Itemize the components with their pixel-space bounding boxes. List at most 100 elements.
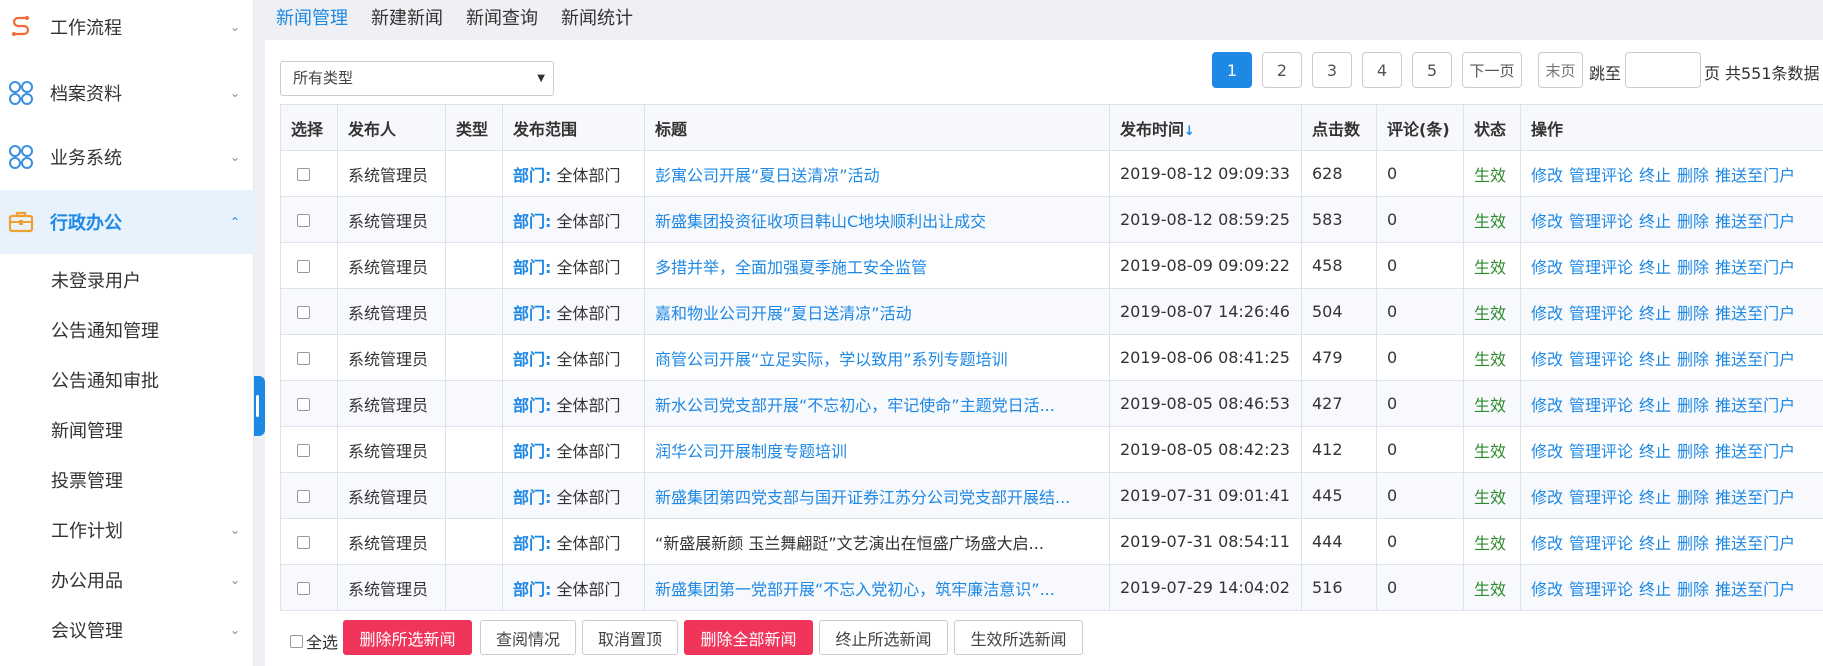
news-title-link[interactable]: “新盛展新颜 玉兰舞翩跹”文艺演出在恒盛广场盛大启... <box>655 534 1044 553</box>
row-checkbox[interactable] <box>297 582 310 595</box>
page-button-5[interactable]: 5 <box>1412 52 1452 88</box>
jump-page-input[interactable] <box>1625 52 1701 88</box>
delete-action[interactable]: 删除 <box>1677 304 1709 323</box>
row-checkbox[interactable] <box>297 306 310 319</box>
news-title-link[interactable]: 多措并举，全面加强夏季施工安全监管 <box>655 258 927 277</box>
delete-action[interactable]: 删除 <box>1677 488 1709 507</box>
manage-comments-action[interactable]: 管理评论 <box>1569 442 1633 461</box>
terminate-selected-news-button[interactable]: 终止所选新闻 <box>819 620 948 655</box>
news-title-link[interactable]: 新水公司党支部开展“不忘初心，牢记使命”主题党日活... <box>655 396 1055 415</box>
manage-comments-action[interactable]: 管理评论 <box>1569 166 1633 185</box>
terminate-action[interactable]: 终止 <box>1639 166 1671 185</box>
push-to-portal-action[interactable]: 推送至门户 <box>1715 488 1795 507</box>
row-checkbox[interactable] <box>297 214 310 227</box>
terminate-action[interactable]: 终止 <box>1639 534 1671 553</box>
delete-action[interactable]: 删除 <box>1677 442 1709 461</box>
sidebar-group-workflow[interactable]: 工作流程 ⌄ <box>0 0 254 59</box>
row-checkbox[interactable] <box>297 168 310 181</box>
type-filter-select[interactable]: 所有类型 ▼ <box>280 61 554 96</box>
row-checkbox[interactable] <box>297 352 310 365</box>
push-to-portal-action[interactable]: 推送至门户 <box>1715 396 1795 415</box>
page-button-4[interactable]: 4 <box>1362 52 1402 88</box>
manage-comments-action[interactable]: 管理评论 <box>1569 304 1633 323</box>
sidebar-item-meeting-management[interactable]: 会议管理 ⌄ <box>0 605 254 655</box>
manage-comments-action[interactable]: 管理评论 <box>1569 396 1633 415</box>
tab-create-news[interactable]: 新建新闻 <box>371 4 443 30</box>
terminate-action[interactable]: 终止 <box>1639 350 1671 369</box>
terminate-action[interactable]: 终止 <box>1639 258 1671 277</box>
row-checkbox[interactable] <box>297 260 310 273</box>
select-all-checkbox[interactable]: 全选 <box>290 629 338 653</box>
row-checkbox[interactable] <box>297 398 310 411</box>
sidebar-item-notice-approval[interactable]: 公告通知审批 <box>0 355 254 405</box>
last-page-button[interactable]: 末页 <box>1538 52 1583 88</box>
push-to-portal-action[interactable]: 推送至门户 <box>1715 442 1795 461</box>
edit-action[interactable]: 修改 <box>1531 488 1563 507</box>
terminate-action[interactable]: 终止 <box>1639 396 1671 415</box>
push-to-portal-action[interactable]: 推送至门户 <box>1715 166 1795 185</box>
terminate-action[interactable]: 终止 <box>1639 304 1671 323</box>
edit-action[interactable]: 修改 <box>1531 350 1563 369</box>
delete-action[interactable]: 删除 <box>1677 534 1709 553</box>
sidebar-group-archive[interactable]: 档案资料 ⌄ <box>0 61 254 125</box>
row-checkbox[interactable] <box>297 444 310 457</box>
manage-comments-action[interactable]: 管理评论 <box>1569 212 1633 231</box>
sidebar-group-admin-office[interactable]: 行政办公 ⌃ <box>0 190 254 254</box>
manage-comments-action[interactable]: 管理评论 <box>1569 580 1633 599</box>
terminate-action[interactable]: 终止 <box>1639 212 1671 231</box>
news-title-link[interactable]: 商管公司开展“立足实际，学以致用”系列专题培训 <box>655 350 1008 369</box>
delete-action[interactable]: 删除 <box>1677 396 1709 415</box>
push-to-portal-action[interactable]: 推送至门户 <box>1715 350 1795 369</box>
edit-action[interactable]: 修改 <box>1531 396 1563 415</box>
delete-action[interactable]: 删除 <box>1677 580 1709 599</box>
sidebar-item-notice-management[interactable]: 公告通知管理 <box>0 305 254 355</box>
news-title-link[interactable]: 新盛集团投资征收项目韩山C地块顺利出让成交 <box>655 212 986 231</box>
page-button-3[interactable]: 3 <box>1312 52 1352 88</box>
sidebar-item-vote-management[interactable]: 投票管理 <box>0 455 254 505</box>
delete-action[interactable]: 删除 <box>1677 350 1709 369</box>
news-title-link[interactable]: 润华公司开展制度专题培训 <box>655 442 847 461</box>
news-title-link[interactable]: 新盛集团第一党部开展“不忘入党初心，筑牢廉洁意识”... <box>655 580 1055 599</box>
sidebar-group-business[interactable]: 业务系统 ⌄ <box>0 125 254 189</box>
manage-comments-action[interactable]: 管理评论 <box>1569 488 1633 507</box>
manage-comments-action[interactable]: 管理评论 <box>1569 258 1633 277</box>
delete-action[interactable]: 删除 <box>1677 166 1709 185</box>
page-button-2[interactable]: 2 <box>1262 52 1302 88</box>
edit-action[interactable]: 修改 <box>1531 166 1563 185</box>
news-title-link[interactable]: 新盛集团第四党支部与国开证券江苏分公司党支部开展结... <box>655 488 1070 507</box>
sidebar-item-office-supplies[interactable]: 办公用品 ⌄ <box>0 555 254 605</box>
manage-comments-action[interactable]: 管理评论 <box>1569 534 1633 553</box>
row-checkbox[interactable] <box>297 536 310 549</box>
terminate-action[interactable]: 终止 <box>1639 580 1671 599</box>
edit-action[interactable]: 修改 <box>1531 534 1563 553</box>
sidebar-collapse-handle[interactable] <box>254 376 265 436</box>
push-to-portal-action[interactable]: 推送至门户 <box>1715 304 1795 323</box>
news-title-link[interactable]: 嘉和物业公司开展“夏日送清凉”活动 <box>655 304 912 323</box>
checkbox[interactable] <box>290 634 303 648</box>
tab-news-management[interactable]: 新闻管理 <box>276 4 348 30</box>
sidebar-item-work-plan[interactable]: 工作计划 ⌄ <box>0 505 254 555</box>
push-to-portal-action[interactable]: 推送至门户 <box>1715 258 1795 277</box>
delete-selected-news-button[interactable]: 删除所选新闻 <box>343 620 472 655</box>
tab-news-query[interactable]: 新闻查询 <box>466 4 538 30</box>
push-to-portal-action[interactable]: 推送至门户 <box>1715 534 1795 553</box>
delete-action[interactable]: 删除 <box>1677 258 1709 277</box>
edit-action[interactable]: 修改 <box>1531 258 1563 277</box>
push-to-portal-action[interactable]: 推送至门户 <box>1715 212 1795 231</box>
next-page-button[interactable]: 下一页 <box>1462 52 1522 88</box>
manage-comments-action[interactable]: 管理评论 <box>1569 350 1633 369</box>
column-header-publish-time[interactable]: 发布时间↓ <box>1109 104 1302 151</box>
view-reading-status-button[interactable]: 查阅情况 <box>480 620 576 655</box>
edit-action[interactable]: 修改 <box>1531 442 1563 461</box>
tab-news-statistics[interactable]: 新闻统计 <box>561 4 633 30</box>
activate-selected-news-button[interactable]: 生效所选新闻 <box>954 620 1083 655</box>
row-checkbox[interactable] <box>297 490 310 503</box>
terminate-action[interactable]: 终止 <box>1639 488 1671 507</box>
edit-action[interactable]: 修改 <box>1531 304 1563 323</box>
sidebar-item-unlogged-users[interactable]: 未登录用户 <box>0 255 254 305</box>
delete-action[interactable]: 删除 <box>1677 212 1709 231</box>
push-to-portal-action[interactable]: 推送至门户 <box>1715 580 1795 599</box>
news-title-link[interactable]: 彭寓公司开展“夏日送清凉”活动 <box>655 166 880 185</box>
edit-action[interactable]: 修改 <box>1531 212 1563 231</box>
terminate-action[interactable]: 终止 <box>1639 442 1671 461</box>
